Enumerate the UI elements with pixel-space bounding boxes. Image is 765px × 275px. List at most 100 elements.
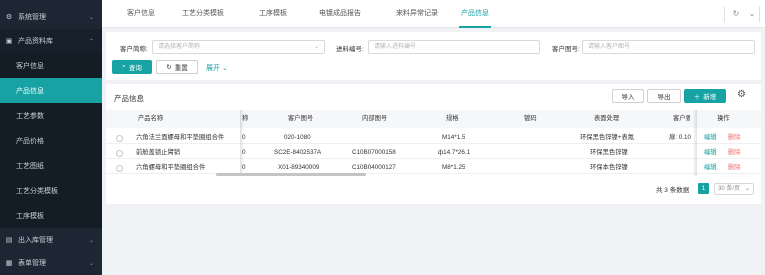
col-spec: 规格 (446, 115, 459, 122)
row-radio[interactable] (116, 135, 123, 142)
warehouse-icon: ▤ (5, 237, 13, 244)
refresh-icon: ↻ (166, 64, 172, 71)
tab-customer-info[interactable]: 客户信息 (127, 0, 155, 28)
sidebar-subitem-product-price[interactable]: 产品价格 (0, 128, 102, 153)
chevron-down-icon: ⌄ (88, 260, 94, 267)
cell-surface: 环保黑色锌镍 (590, 149, 628, 156)
customer-label: 客户简称: (120, 46, 148, 53)
table-title: 产品信息 (114, 94, 144, 103)
customer-select-placeholder: 请选择客户简称 (158, 44, 201, 50)
sidebar-item-label: 表单管理 (18, 260, 46, 267)
row-radio[interactable] (116, 150, 123, 157)
row-radio[interactable] (116, 165, 123, 172)
search-icon: ⌕ (122, 63, 126, 70)
drawing-input-placeholder: 请输入客户图号 (588, 44, 631, 50)
pagination-total: 共 3 条数据 (656, 187, 690, 194)
chevron-up-icon: ⌃ (88, 38, 94, 45)
sidebar-item-label: 出入库管理 (18, 237, 53, 244)
tab-procedure-template[interactable]: 工序模板 (259, 0, 287, 28)
sidebar-subitem-label: 产品价格 (16, 137, 44, 145)
settings-icon[interactable]: ⚙ (737, 89, 746, 100)
drawing-label: 客户图号: (552, 46, 580, 53)
chevron-down-icon: ⌄ (313, 44, 319, 50)
cell-customer-no: SC2E-8402537A (274, 149, 322, 156)
tab-process-template[interactable]: 工艺分类模板 (182, 0, 224, 28)
cell-surface: 环保本色锌镍 (590, 164, 628, 171)
chevron-down-icon: ⌄ (744, 186, 750, 192)
reset-button[interactable]: ↻ 重置 (156, 60, 198, 74)
import-button-label: 导入 (621, 94, 635, 101)
add-button[interactable]: ＋ 新增 (684, 89, 726, 103)
cell-spec: M8*1.25 (442, 164, 466, 171)
col-requirement: 客户要 (673, 115, 690, 122)
divider (724, 6, 725, 22)
sidebar-subitem-customer-info[interactable]: 客户信息 (0, 53, 102, 78)
sidebar-item-inventory[interactable]: ▤ 出入库管理 ⌄ (0, 228, 102, 252)
incoming-label: 进料编号: (336, 46, 364, 53)
page-number-button[interactable]: 1 (698, 183, 709, 194)
sidebar-item-label: 系统管理 (18, 14, 46, 21)
search-button-label: 查询 (128, 65, 142, 72)
sidebar-item-product-library[interactable]: ▣ 产品资料库 ⌃ (0, 29, 102, 53)
sidebar-subitem-label: 客户信息 (16, 62, 44, 70)
chevron-down-icon: ⌄ (221, 65, 228, 72)
tab-plating-report[interactable]: 电镀成品报告 (319, 0, 361, 28)
delete-link[interactable]: 删除 (728, 162, 741, 174)
tab-incoming-abnormal[interactable]: 来料异常记录 (396, 0, 438, 28)
cell-product-name: 六角法兰面螺母和平垫圈组合件 (136, 134, 225, 141)
search-button[interactable]: ⌕ 查询 (112, 60, 152, 74)
page-size-select[interactable]: 30 条/页 ⌄ (714, 183, 754, 195)
incoming-input[interactable]: 请输入进料编号 (368, 40, 540, 54)
col-product-name: 产品名称 (138, 115, 164, 122)
edit-link[interactable]: 编辑 (704, 147, 717, 159)
delete-link[interactable]: 删除 (728, 132, 741, 144)
tab-product-info[interactable]: 产品信息 (459, 0, 491, 28)
table-row[interactable]: 前舱盖锁止臂销 0 SC2E-8402537A C10B07000158 ф14… (106, 147, 761, 159)
table-row[interactable]: 六角螺母和平垫圈组合件 0 X01-89340009 C10B04000127 … (106, 162, 761, 174)
product-table-card: 产品信息 导入 导出 ＋ 新增 ⚙ 产品名称 称 客户图号 内部图号 规格 镀码… (106, 84, 761, 204)
cell-requirement: 扉: 0.10 (669, 134, 691, 141)
incoming-input-placeholder: 请输入进料编号 (374, 44, 417, 50)
cell-product-name: 前舱盖锁止臂销 (136, 149, 181, 156)
gear-icon: ⚙ (5, 14, 13, 21)
tab-bar: 客户信息 工艺分类模板 工序模板 电镀成品报告 来料异常记录 产品信息 ↻ ⌄ … (102, 0, 765, 28)
col-internal-no: 内部图号 (362, 115, 388, 122)
sidebar-subitem-label: 工艺图纸 (16, 162, 44, 170)
expand-link-label: 展开 (206, 65, 220, 72)
plus-icon: ＋ (693, 94, 701, 101)
sidebar-item-system[interactable]: ⚙ 系统管理 ⌄ (0, 5, 102, 29)
sidebar-subitem-label: 工序模板 (16, 212, 44, 220)
horizontal-scrollbar[interactable] (216, 173, 366, 176)
delete-link[interactable]: 删除 (728, 147, 741, 159)
expand-link[interactable]: 展开 ⌄ (206, 63, 228, 73)
fixed-column-shadow (240, 110, 244, 176)
sidebar-item-forms[interactable]: ▦ 表单管理 ⌄ (0, 251, 102, 275)
drawing-input[interactable]: 请输入客户图号 (582, 40, 755, 54)
cell-spec: ф14.7*26.1 (438, 149, 471, 156)
cell-spec: M14*1.5 (442, 134, 466, 141)
refresh-icon[interactable]: ↻ (730, 8, 742, 20)
export-button[interactable]: 导出 (647, 89, 681, 103)
cell-internal-no: C10B07000158 (352, 149, 396, 156)
sidebar-subitem-process-template[interactable]: 工艺分类模板 (0, 178, 102, 203)
col-customer-no: 客户图号 (288, 115, 314, 122)
sidebar-subitem-procedure-template[interactable]: 工序模板 (0, 203, 102, 228)
cell-customer-no: 020-1080 (284, 134, 311, 141)
chevron-down-icon[interactable]: ⌄ (746, 8, 758, 20)
edit-link[interactable]: 编辑 (704, 162, 717, 174)
reset-button-label: 重置 (174, 65, 188, 72)
sidebar-subitem-process-params[interactable]: 工艺参数 (0, 103, 102, 128)
filter-panel: 客户简称: 请选择客户简称 ⌄ 进料编号: 请输入进料编号 客户图号: 请输入客… (106, 32, 761, 80)
table-row[interactable]: 六角法兰面螺母和平垫圈组合件 0 020-1080 M14*1.5 环保黑色锌镍… (106, 132, 761, 144)
edit-link[interactable]: 编辑 (704, 132, 717, 144)
sidebar-subitem-product-info[interactable]: 产品信息 (0, 78, 102, 103)
sidebar-subitem-label: 产品信息 (16, 87, 44, 95)
sidebar-subitem-process-drawing[interactable]: 工艺图纸 (0, 153, 102, 178)
app-root: ⚙ 系统管理 ⌄ ▣ 产品资料库 ⌃ 客户信息 产品信息 工艺参数 产品价格 工… (0, 0, 765, 275)
cell-surface: 环保黑色锌镍+表氮 (580, 134, 635, 141)
customer-select[interactable]: 请选择客户简称 ⌄ (152, 40, 325, 54)
import-button[interactable]: 导入 (612, 89, 644, 103)
chevron-down-icon: ⌄ (88, 14, 94, 21)
col-surface: 表面处理 (594, 115, 620, 122)
fixed-column-shadow (693, 110, 697, 176)
